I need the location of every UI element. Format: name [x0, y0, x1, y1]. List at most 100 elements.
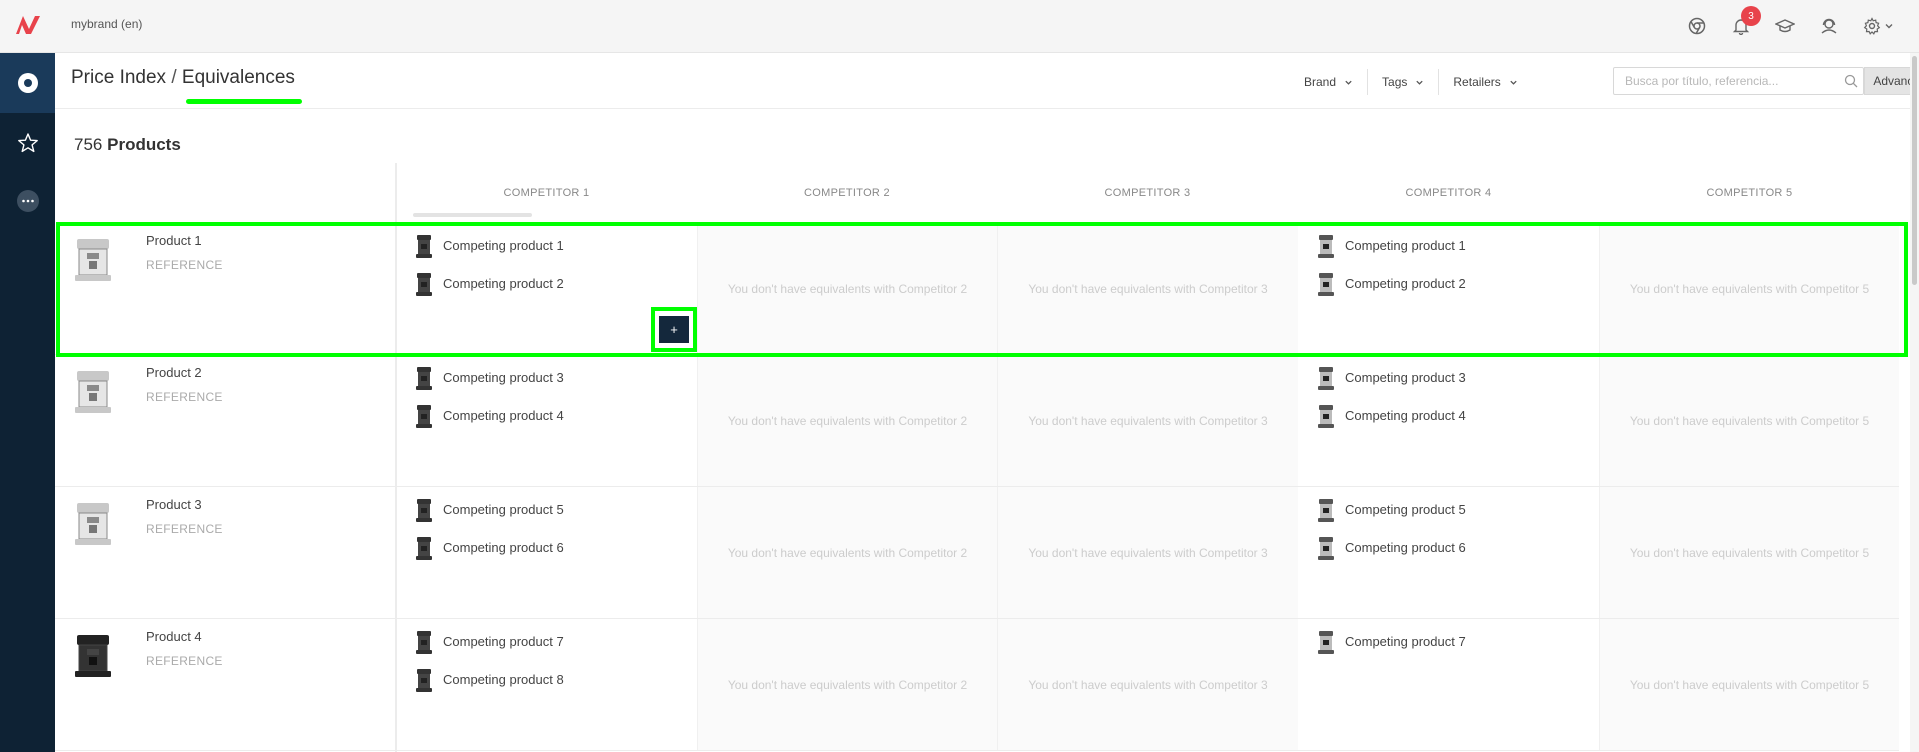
product-reference: REFERENCE	[146, 390, 223, 404]
product-count: 756 Products	[74, 135, 181, 155]
competitor-3-cell: You don't have equivalents with Competit…	[997, 355, 1298, 486]
competitor-2-cell: You don't have equivalents with Competit…	[697, 355, 997, 486]
gear-icon	[1863, 17, 1880, 35]
column-header-competitor-4[interactable]: COMPETITOR 4	[1298, 163, 1599, 223]
competing-product-thumbnail	[413, 403, 435, 433]
sidebar-item-price-index[interactable]	[0, 53, 55, 113]
competing-product-item[interactable]: Competing product 5	[1315, 497, 1466, 527]
sidebar	[0, 53, 55, 752]
competing-product-item[interactable]: Competing product 1	[413, 233, 564, 263]
competitor-1-cell: Competing product 7 Competing product 8	[396, 619, 697, 750]
search-box	[1613, 67, 1864, 95]
competing-product-item[interactable]: Competing product 5	[413, 497, 564, 527]
retailers-filter-label: Retailers	[1453, 75, 1501, 89]
table-row[interactable]: Product 3 REFERENCE Competing product 5 C…	[55, 487, 1899, 619]
product-thumbnail[interactable]	[71, 499, 115, 551]
competing-product-thumbnail	[1315, 497, 1337, 527]
competitor-2-cell: You don't have equivalents with Competit…	[697, 223, 997, 354]
product-name[interactable]: Product 3	[146, 497, 202, 512]
sidebar-item-more[interactable]	[0, 171, 55, 231]
add-equivalent-button[interactable]: +	[659, 316, 689, 343]
no-equivalents-message: You don't have equivalents with Competit…	[1028, 281, 1268, 296]
product-count-label: Products	[107, 135, 181, 154]
product-thumbnail[interactable]	[71, 367, 115, 419]
competing-product-item[interactable]: Competing product 4	[413, 403, 564, 433]
settings-menu[interactable]	[1861, 14, 1895, 38]
competing-product-name: Competing product 3	[1345, 370, 1466, 385]
competing-product-item[interactable]: Competing product 3	[413, 365, 564, 395]
more-icon	[16, 190, 39, 212]
competing-product-item[interactable]: Competing product 2	[413, 271, 564, 301]
competing-product-name: Competing product 7	[1345, 634, 1466, 649]
competing-product-thumbnail	[1315, 233, 1337, 263]
product-thumbnail[interactable]	[71, 631, 115, 683]
brand-selector[interactable]: mybrand (en)	[71, 17, 142, 31]
top-icons: 3	[1685, 6, 1895, 38]
column-header-competitor-5[interactable]: COMPETITOR 5	[1599, 163, 1900, 223]
no-equivalents-message: You don't have equivalents with Competit…	[1028, 677, 1268, 692]
sidebar-item-favorites[interactable]	[0, 113, 55, 173]
vertical-scrollbar-thumb[interactable]	[1912, 56, 1917, 285]
competitor-3-cell: You don't have equivalents with Competit…	[997, 223, 1298, 354]
column-header-competitor-2[interactable]: COMPETITOR 2	[697, 163, 997, 223]
product-reference: REFERENCE	[146, 522, 223, 536]
competitor-5-cell: You don't have equivalents with Competit…	[1599, 487, 1899, 618]
competitor-4-cell: Competing product 1 Competing product 2	[1298, 223, 1599, 354]
competing-product-thumbnail	[413, 365, 435, 395]
page-header: Price Index / Equivalences Brand Tags Re…	[55, 53, 1919, 109]
competing-product-item[interactable]: Competing product 2	[1315, 271, 1466, 301]
competing-product-item[interactable]: Competing product 8	[413, 667, 564, 697]
product-reference: REFERENCE	[146, 654, 223, 668]
competing-product-name: Competing product 7	[443, 634, 564, 649]
product-name[interactable]: Product 2	[146, 365, 202, 380]
brand-filter[interactable]: Brand	[1290, 69, 1369, 95]
competing-product-thumbnail	[413, 271, 435, 301]
table-row[interactable]: Product 2 REFERENCE Competing product 3 C…	[55, 355, 1899, 487]
competing-product-item[interactable]: Competing product 6	[1315, 535, 1466, 565]
search-icon[interactable]	[1839, 74, 1863, 88]
competing-product-item[interactable]: Competing product 6	[413, 535, 564, 565]
table-row[interactable]: Product 4 REFERENCE Competing product 7 C…	[55, 619, 1899, 751]
competing-product-thumbnail	[413, 667, 435, 697]
competing-product-item[interactable]: Competing product 4	[1315, 403, 1466, 433]
product-thumbnail[interactable]	[71, 235, 115, 287]
competitor-5-cell: You don't have equivalents with Competit…	[1599, 223, 1899, 354]
competing-product-name: Competing product 5	[443, 502, 564, 517]
chrome-icon[interactable]	[1685, 14, 1709, 38]
horizontal-scrollbar[interactable]	[413, 213, 532, 217]
no-equivalents-message: You don't have equivalents with Competit…	[727, 281, 968, 296]
graduation-cap-icon[interactable]	[1773, 14, 1797, 38]
tags-filter-label: Tags	[1382, 75, 1408, 89]
star-icon	[17, 133, 38, 153]
competing-product-name: Competing product 1	[443, 238, 564, 253]
competing-product-item[interactable]: Competing product 7	[413, 629, 564, 659]
chevron-down-icon	[1510, 80, 1517, 85]
no-equivalents-message: You don't have equivalents with Competit…	[1629, 677, 1870, 692]
bell-icon[interactable]: 3	[1729, 6, 1761, 38]
table-row[interactable]: Product 1 REFERENCE Competing product 1 C…	[55, 223, 1899, 355]
competing-product-name: Competing product 3	[443, 370, 564, 385]
tags-filter[interactable]: Tags	[1368, 69, 1440, 95]
retailers-filter[interactable]: Retailers	[1439, 69, 1531, 95]
user-support-icon[interactable]	[1817, 14, 1841, 38]
logo-icon[interactable]	[14, 12, 42, 38]
chevron-down-icon	[1345, 80, 1352, 85]
breadcrumb-parent[interactable]: Price Index	[71, 67, 166, 88]
competing-product-item[interactable]: Competing product 7	[1315, 629, 1466, 659]
competing-product-item[interactable]: Competing product 1	[1315, 233, 1466, 263]
product-name[interactable]: Product 1	[146, 233, 202, 248]
add-equivalent-highlight: +	[651, 307, 697, 352]
competitor-2-cell: You don't have equivalents with Competit…	[697, 487, 997, 618]
competing-product-thumbnail	[1315, 629, 1337, 659]
no-equivalents-message: You don't have equivalents with Competit…	[1629, 545, 1870, 560]
filter-bar: Brand Tags Retailers	[1290, 69, 1532, 95]
no-equivalents-message: You don't have equivalents with Competit…	[727, 677, 968, 692]
column-header-competitor-3[interactable]: COMPETITOR 3	[997, 163, 1298, 223]
circle-dot-icon	[17, 73, 38, 93]
no-equivalents-message: You don't have equivalents with Competit…	[1629, 413, 1870, 428]
competing-product-item[interactable]: Competing product 3	[1315, 365, 1466, 395]
search-input[interactable]	[1614, 68, 1839, 94]
product-name[interactable]: Product 4	[146, 629, 202, 644]
competing-product-thumbnail	[1315, 365, 1337, 395]
competitor-1-cell: Competing product 3 Competing product 4	[396, 355, 697, 486]
